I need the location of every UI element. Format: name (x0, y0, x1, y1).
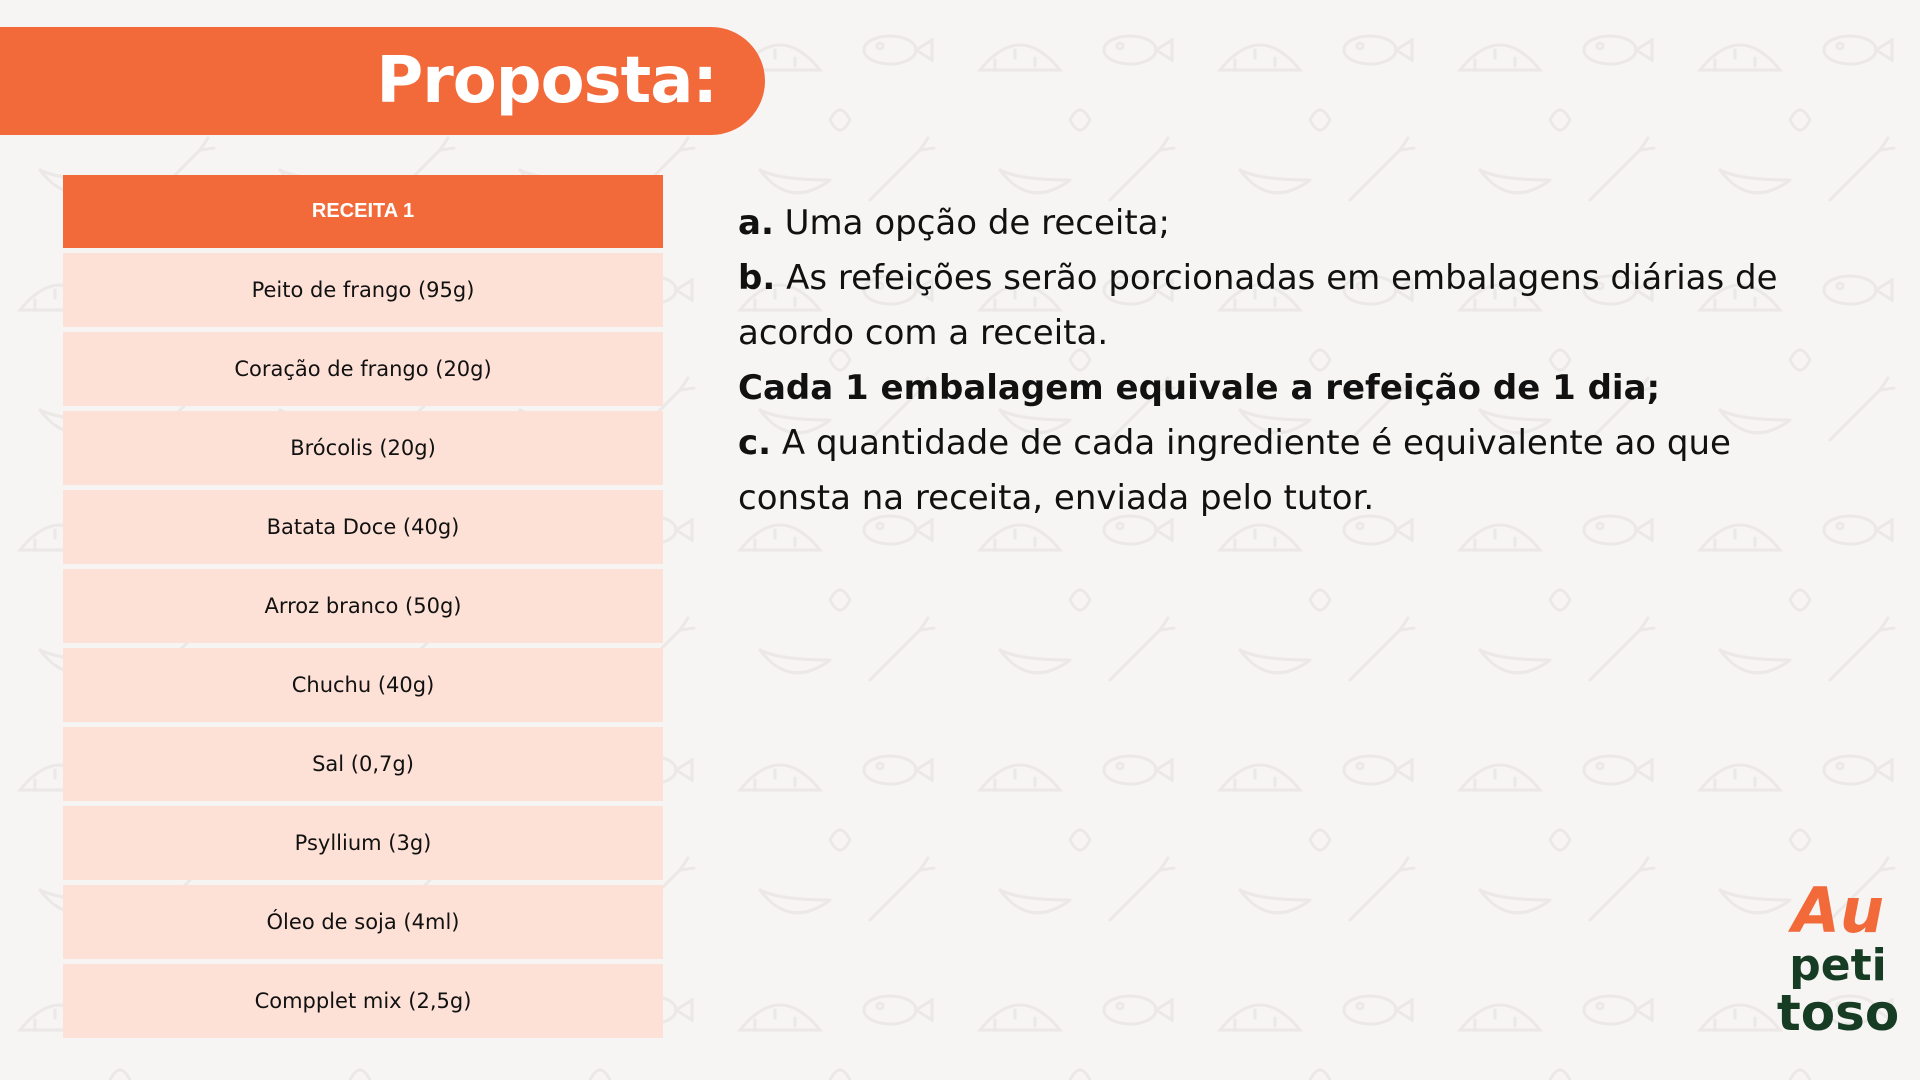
item-c-label: c. (738, 423, 772, 463)
item-a: a. Uma opção de receita; (738, 196, 1848, 251)
item-c: c. A quantidade de cada ingrediente é eq… (738, 416, 1848, 526)
table-header: RECEITA 1 (63, 175, 663, 248)
logo-line-au: Au (1791, 874, 1885, 947)
logo-line-peti: peti (1789, 940, 1887, 991)
table-row: Coração de frango (20g) (63, 332, 663, 406)
aupetitoso-logo: Au peti toso (1768, 880, 1908, 1060)
bold-note-text: Cada 1 embalagem equivale a refeição de … (738, 368, 1661, 408)
table-row: Peito de frango (95g) (63, 253, 663, 327)
table-row: Arroz branco (50g) (63, 569, 663, 643)
bold-note: Cada 1 embalagem equivale a refeição de … (738, 361, 1848, 416)
recipe-table: RECEITA 1 Peito de frango (95g) Coração … (63, 175, 663, 1038)
table-row: Chuchu (40g) (63, 648, 663, 722)
proposal-description: a. Uma opção de receita; b. As refeições… (738, 196, 1848, 526)
logo-line-toso: toso (1776, 984, 1900, 1042)
header-banner: Proposta: (0, 27, 765, 135)
table-row: Brócolis (20g) (63, 411, 663, 485)
table-row: Sal (0,7g) (63, 727, 663, 801)
table-row: Óleo de soja (4ml) (63, 885, 663, 959)
table-row: Compplet mix (2,5g) (63, 964, 663, 1038)
page-title: Proposta: (376, 44, 718, 118)
item-b-label: b. (738, 258, 776, 298)
item-b: b. As refeições serão porcionadas em emb… (738, 251, 1848, 361)
item-b-text: As refeições serão porcionadas em embala… (738, 258, 1778, 353)
table-row: Psyllium (3g) (63, 806, 663, 880)
item-a-text: Uma opção de receita; (773, 203, 1170, 243)
item-a-label: a. (738, 203, 774, 243)
item-c-text: A quantidade de cada ingrediente é equiv… (738, 423, 1731, 518)
table-row: Batata Doce (40g) (63, 490, 663, 564)
